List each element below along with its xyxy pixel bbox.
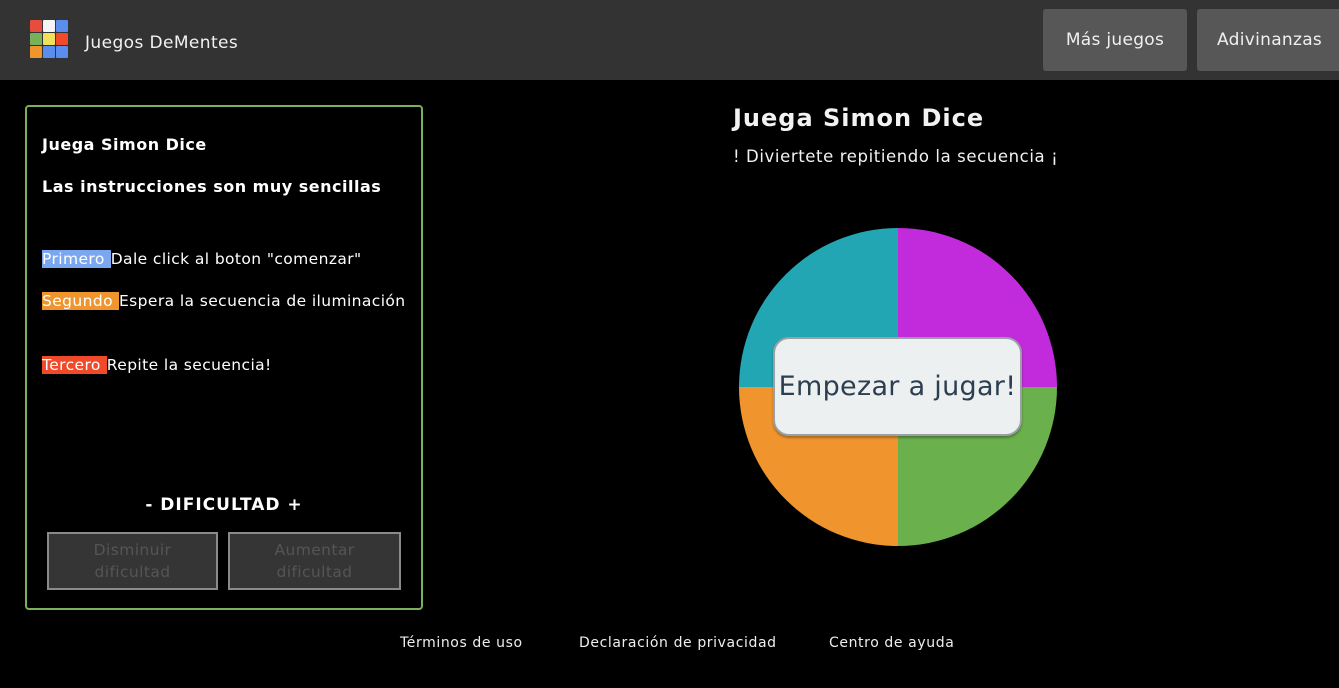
game-subtitle: ! Diviertete repitiendo la secuencia ¡ bbox=[733, 147, 1059, 166]
increase-difficulty-button[interactable]: Aumentar dificultad bbox=[228, 532, 401, 590]
game-title: Juega Simon Dice bbox=[733, 104, 985, 132]
logo-grid-icon[interactable] bbox=[30, 20, 70, 60]
decrease-difficulty-button[interactable]: Disminuir dificultad bbox=[47, 532, 218, 590]
step-text-third: Repite la secuencia! bbox=[106, 356, 272, 374]
top-bar: Juegos DeMentes Más juegos Adivinanzas bbox=[0, 0, 1339, 80]
logo-cell bbox=[56, 20, 68, 32]
brand-name[interactable]: Juegos DeMentes bbox=[85, 33, 238, 53]
instructions-title: Juega Simon Dice bbox=[42, 135, 207, 154]
step-second: Segundo Espera la secuencia de iluminació… bbox=[42, 290, 412, 312]
privacy-link[interactable]: Declaración de privacidad bbox=[579, 635, 777, 651]
logo-cell bbox=[30, 46, 42, 58]
logo-cell bbox=[30, 33, 42, 45]
step-tag-third: Tercero bbox=[42, 356, 107, 374]
step-text-second: Espera la secuencia de iluminación bbox=[118, 292, 406, 310]
instructions-subtitle: Las instrucciones son muy sencillas bbox=[42, 177, 382, 196]
step-text-first: Dale click al boton "comenzar" bbox=[110, 250, 362, 268]
logo-cell bbox=[56, 46, 68, 58]
start-game-button[interactable]: Empezar a jugar! bbox=[773, 337, 1022, 436]
instructions-panel: Juega Simon Dice Las instrucciones son m… bbox=[25, 105, 423, 610]
logo-cell bbox=[43, 46, 55, 58]
step-tag-second: Segundo bbox=[42, 292, 119, 310]
difficulty-label: - DIFICULTAD + bbox=[145, 495, 303, 515]
logo-cell bbox=[56, 33, 68, 45]
help-center-link[interactable]: Centro de ayuda bbox=[829, 635, 954, 651]
more-games-button[interactable]: Más juegos bbox=[1043, 9, 1187, 71]
logo-cell bbox=[43, 33, 55, 45]
step-third: Tercero Repite la secuencia! bbox=[42, 354, 412, 376]
riddles-button[interactable]: Adivinanzas bbox=[1197, 9, 1339, 71]
step-first: Primero Dale click al boton "comenzar" bbox=[42, 248, 412, 270]
step-tag-first: Primero bbox=[42, 250, 111, 268]
logo-cell bbox=[30, 20, 42, 32]
terms-link[interactable]: Términos de uso bbox=[400, 635, 523, 651]
logo-cell bbox=[43, 20, 55, 32]
